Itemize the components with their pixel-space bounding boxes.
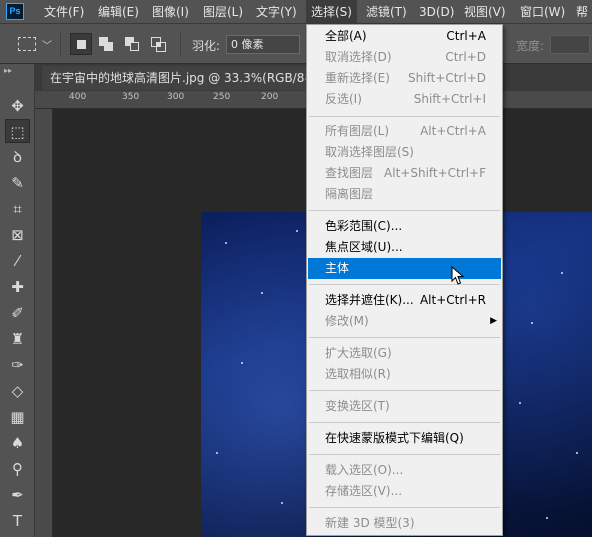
history-brush-tool-icon[interactable]: ✑ <box>5 353 30 377</box>
mouse-cursor-icon <box>451 266 465 285</box>
menu-image[interactable]: 图像(I) <box>147 0 194 24</box>
lasso-tool-icon[interactable]: ꝺ <box>5 145 30 169</box>
eyedropper-tool-icon[interactable]: ⁄ <box>5 249 30 273</box>
menu-item-modify[interactable]: 修改(M) ▶ <box>308 311 501 332</box>
chevron-down-icon[interactable]: ﹀ <box>42 37 52 52</box>
menu-separator <box>309 337 500 338</box>
menu-item-new-3d-model[interactable]: 新建 3D 模型(3) <box>308 513 501 534</box>
menu-separator <box>309 210 500 211</box>
menu-file[interactable]: 文件(F) <box>39 0 89 24</box>
type-tool-icon[interactable]: T <box>5 509 30 533</box>
menu-item-color-range[interactable]: 色彩范围(C)... <box>308 216 501 237</box>
menu-item-load-selection[interactable]: 载入选区(O)... <box>308 460 501 481</box>
menu-bar: Ps 文件(F) 编辑(E) 图像(I) 图层(L) 文字(Y) 选择(S) 滤… <box>0 0 592 24</box>
menu-item-select-and-mask[interactable]: 选择并遮住(K)... Alt+Ctrl+R <box>308 290 501 311</box>
width-label: 宽度: <box>516 39 545 53</box>
brush-tool-icon[interactable]: ✐ <box>5 301 30 325</box>
intersect-selection-icon-fill <box>156 42 161 47</box>
collapse-panel-icon[interactable]: ▸▸ <box>4 66 12 75</box>
menu-item-focus-area[interactable]: 焦点区域(U)... <box>308 237 501 258</box>
menu-window[interactable]: 窗口(W) <box>515 0 570 24</box>
width-input[interactable] <box>550 35 590 54</box>
ruler-label: 400 <box>69 92 87 102</box>
menu-edit[interactable]: 编辑(E) <box>93 0 144 24</box>
new-selection-button[interactable] <box>70 33 92 55</box>
menu-layer[interactable]: 图层(L) <box>198 0 248 24</box>
menu-view[interactable]: 视图(V) <box>459 0 511 24</box>
vertical-ruler[interactable] <box>35 109 53 537</box>
quick-selection-tool-icon[interactable]: ✎ <box>5 171 30 195</box>
dodge-tool-icon[interactable]: ⚲ <box>5 457 30 481</box>
eraser-tool-icon[interactable]: ◇ <box>5 379 30 403</box>
subtract-from-selection-button[interactable] <box>122 33 144 55</box>
menu-filter[interactable]: 滤镜(T) <box>361 0 412 24</box>
pen-tool-icon[interactable]: ✒ <box>5 483 30 507</box>
menu-separator <box>309 422 500 423</box>
menu-separator <box>309 284 500 285</box>
divider <box>180 32 181 56</box>
photoshop-logo-icon: Ps <box>6 3 24 20</box>
ruler-label: 350 <box>122 92 140 102</box>
crop-tool-icon[interactable]: ⌗ <box>5 197 30 221</box>
ruler-label: 200 <box>261 92 279 102</box>
rectangular-marquee-tool-icon[interactable]: ⬚ <box>5 119 30 143</box>
divider <box>60 32 61 56</box>
gradient-tool-icon[interactable]: ▦ <box>5 405 30 429</box>
menu-item-isolate-layers[interactable]: 隔离图层 <box>308 184 501 205</box>
menu-item-inverse[interactable]: 反选(I) Shift+Ctrl+I <box>308 89 501 110</box>
tool-preset-marquee-icon[interactable] <box>18 37 36 51</box>
healing-brush-tool-icon[interactable]: ✚ <box>5 275 30 299</box>
menu-item-grow[interactable]: 扩大选取(G) <box>308 343 501 364</box>
clone-stamp-tool-icon[interactable]: ♜ <box>5 327 30 351</box>
menu-item-deselect[interactable]: 取消选择(D) Ctrl+D <box>308 47 501 68</box>
new-selection-icon <box>77 40 86 49</box>
menu-item-similar[interactable]: 选取相似(R) <box>308 364 501 385</box>
add-selection-icon-part <box>104 42 113 51</box>
move-tool-icon[interactable]: ✥ <box>5 94 30 118</box>
feather-input[interactable]: 0 像素 <box>226 35 300 54</box>
menu-3d[interactable]: 3D(D) <box>414 0 459 24</box>
document-tab[interactable]: 在宇宙中的地球高清图片.jpg @ 33.3%(RGB/8# <box>42 66 310 90</box>
menu-item-reselect[interactable]: 重新选择(E) Shift+Ctrl+D <box>308 68 501 89</box>
menu-separator <box>309 390 500 391</box>
menu-separator <box>309 454 500 455</box>
menu-help[interactable]: 帮 <box>571 0 592 24</box>
menu-select[interactable]: 选择(S) <box>306 0 357 24</box>
blur-tool-icon[interactable]: ♠ <box>5 431 30 455</box>
menu-item-subject[interactable]: 主体 <box>308 258 501 279</box>
frame-tool-icon[interactable]: ⊠ <box>5 223 30 247</box>
ruler-label: 300 <box>167 92 185 102</box>
menu-separator <box>309 507 500 508</box>
menu-item-quick-mask[interactable]: 在快速蒙版模式下编辑(Q) <box>308 428 501 449</box>
intersect-selection-button[interactable] <box>148 33 170 55</box>
menu-item-transform-selection[interactable]: 变换选区(T) <box>308 396 501 417</box>
menu-separator <box>309 116 500 117</box>
select-menu-dropdown: 全部(A) Ctrl+A 取消选择(D) Ctrl+D 重新选择(E) Shift+C… <box>306 24 503 536</box>
menu-item-deselect-layers[interactable]: 取消选择图层(S) <box>308 142 501 163</box>
options-bar: ﹀ 羽化: 0 像素 宽度: <box>0 24 592 64</box>
menu-item-all-layers[interactable]: 所有图层(L) Alt+Ctrl+A <box>308 121 501 142</box>
ruler-label: 250 <box>213 92 231 102</box>
add-to-selection-button[interactable] <box>96 33 118 55</box>
menu-item-find-layers[interactable]: 查找图层 Alt+Shift+Ctrl+F <box>308 163 501 184</box>
menu-item-save-selection[interactable]: 存储选区(V)... <box>308 481 501 502</box>
menu-item-select-all[interactable]: 全部(A) Ctrl+A <box>308 26 501 47</box>
feather-label: 羽化: <box>192 39 221 53</box>
menu-type[interactable]: 文字(Y) <box>251 0 302 24</box>
subtract-selection-icon-part <box>130 42 139 51</box>
submenu-arrow-icon: ▶ <box>490 316 497 326</box>
